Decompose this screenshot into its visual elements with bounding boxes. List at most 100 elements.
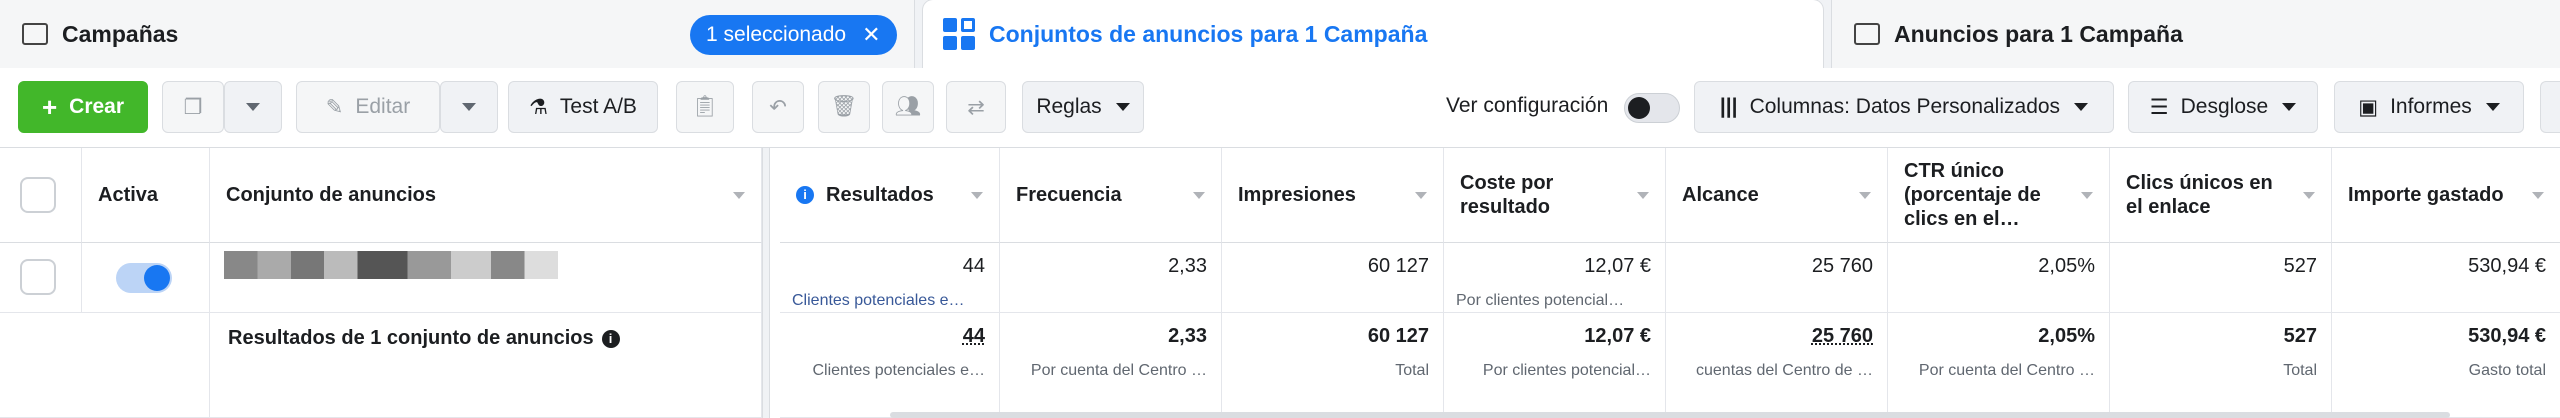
header-results-label: Resultados [826,184,934,206]
header-amount-spent[interactable]: Importe gastado [2332,148,2560,243]
sort-icon[interactable] [2081,192,2093,199]
view-config-toggle[interactable] [1624,93,1680,123]
row-results-cell: 44 Clientes potenciales e… [780,243,1000,313]
sort-icon[interactable] [1859,192,1871,199]
row-adset-name-cell[interactable] [210,243,762,313]
active-toggle[interactable] [116,263,172,293]
breakdown-icon: ☰ [2149,95,2169,119]
header-frequency[interactable]: Frecuencia [1000,148,1222,243]
sort-icon[interactable] [2532,192,2544,199]
select-all-checkbox[interactable] [20,177,56,213]
rules-dropdown[interactable]: Reglas [1022,81,1144,133]
undo-button[interactable]: ↶ [752,81,804,133]
row-reach-value: 25 760 [1811,255,1873,277]
tab-bar: Campañas 1 seleccionado ✕ Conjuntos de a… [0,0,2560,68]
toggle-knob [144,265,170,291]
ab-test-button[interactable]: ⚗ Test A/B [508,81,658,133]
people-icon: 👥︎ [894,95,922,118]
tab-ads-label: Anuncios para 1 Campaña [1894,20,2183,47]
edit-label: Editar [355,95,411,118]
totals-label: Resultados de 1 conjunto de anuncios [228,327,594,349]
header-reach-label: Alcance [1682,184,1759,206]
totals-amount-spent-value: 530,94 € [2468,325,2546,347]
reports-label: Informes [2390,95,2472,118]
row-checkbox[interactable] [20,259,56,295]
close-icon[interactable]: ✕ [862,22,880,48]
sort-icon[interactable] [1415,192,1427,199]
row-results-value: 44 [962,255,985,277]
redacted-adset-name[interactable] [224,251,558,279]
header-reach[interactable]: Alcance [1666,148,1888,243]
totals-reach-value[interactable]: 25 760 [1666,325,1873,348]
columns-label: Columnas: Datos Personalizados [1749,95,2061,118]
totals-empty-cell [0,313,210,418]
header-cost-label: Coste por resultado [1460,172,1554,218]
more-button[interactable] [2540,81,2560,133]
ab-test-label: Test A/B [559,95,637,118]
sort-icon[interactable] [733,192,745,199]
adsets-grid-icon [943,18,975,50]
totals-results-value[interactable]: 44 [780,325,985,348]
duplicate-button[interactable]: ❐ [162,81,224,133]
header-ctr-label: CTR único (porcentaje de clics en el… [1904,160,2041,230]
row-impressions-cell: 60 127 [1222,243,1444,313]
tab-ads[interactable]: Anuncios para 1 Campaña [1831,0,2560,68]
export-button[interactable]: ⇄ [946,81,1006,133]
selected-filter-pill[interactable]: 1 seleccionado ✕ [690,15,897,55]
horizontal-scrollbar[interactable] [890,412,2450,418]
row-unique-clicks-value: 527 [2283,255,2317,277]
sort-icon[interactable] [1637,192,1649,199]
row-amount-spent-value: 530,94 € [2468,255,2546,277]
info-icon[interactable]: i [796,186,814,204]
edit-dropdown-button[interactable] [440,81,498,133]
header-impressions[interactable]: Impresiones [1222,148,1444,243]
tab-campaigns-label: Campañas [62,20,179,47]
totals-label-cell: Resultados de 1 conjunto de anuncios i [210,313,762,418]
clipboard-icon: 📋︎ [691,95,719,118]
row-ctr-value: 2,05% [2038,255,2095,277]
clipboard-button[interactable]: 📋︎ [676,81,734,133]
audience-button[interactable]: 👥︎ [882,81,934,133]
breakdown-dropdown[interactable]: ☰ Desglose [2128,81,2318,133]
totals-impressions-value: 60 127 [1367,325,1429,347]
rules-label: Reglas [1036,95,1102,118]
row-cost-value: 12,07 € [1584,255,1651,277]
totals-reach-cell: 25 760 cuentas del Centro de … [1666,313,1888,418]
chevron-down-icon [246,103,260,111]
create-button[interactable]: + Crear [18,81,148,133]
column-freeze-divider[interactable] [762,148,770,418]
sort-icon[interactable] [971,192,983,199]
sort-icon[interactable] [2303,192,2315,199]
row-reach-cell: 25 760 [1666,243,1888,313]
totals-unique-clicks-sub: Total [2283,362,2317,379]
row-amount-spent-cell: 530,94 € [2332,243,2560,313]
header-active-label: Activa [98,184,159,206]
header-cost-per-result[interactable]: Coste por resultado [1444,148,1666,243]
tab-campaigns[interactable]: Campañas 1 seleccionado ✕ [0,0,915,68]
edit-button[interactable]: ✎ Editar [296,81,440,133]
totals-frequency-value: 2,33 [1168,325,1207,347]
view-config-label: Ver configuración [1446,94,1609,117]
reports-dropdown[interactable]: ▣ Informes [2334,81,2524,133]
header-ctr[interactable]: CTR único (porcentaje de clics en el… [1888,148,2110,243]
tab-adsets-label: Conjuntos de anuncios para 1 Campaña [989,20,1428,47]
totals-ctr-sub: Por cuenta del Centro … [1918,362,2095,379]
header-unique-clicks-label: Clics únicos en el enlace [2126,172,2273,218]
chevron-down-icon [2282,103,2297,111]
tab-adsets[interactable]: Conjuntos de anuncios para 1 Campaña [923,0,1823,68]
row-results-sub[interactable]: Clientes potenciales e… [780,292,985,310]
totals-label-wrap: Resultados de 1 conjunto de anuncios i [228,327,620,350]
header-results[interactable]: i Resultados [780,148,1000,243]
header-unique-clicks[interactable]: Clics únicos en el enlace [2110,148,2332,243]
row-active-cell [82,243,210,313]
duplicate-dropdown-button[interactable] [224,81,282,133]
sort-icon[interactable] [1193,192,1205,199]
columns-dropdown[interactable]: ||| Columnas: Datos Personalizados [1694,81,2114,133]
chevron-down-icon [2074,103,2089,111]
delete-button[interactable]: 🗑︎ [818,81,870,133]
row-unique-clicks-cell: 527 [2110,243,2332,313]
header-adset[interactable]: Conjunto de anuncios [210,148,762,243]
info-icon[interactable]: i [601,329,620,348]
toolbar: + Crear ❐ ✎ Editar ⚗ Test A/B 📋︎ ↶ 🗑︎ 👥︎… [0,68,2560,148]
totals-frequency-sub: Por cuenta del Centro … [1030,362,1207,379]
